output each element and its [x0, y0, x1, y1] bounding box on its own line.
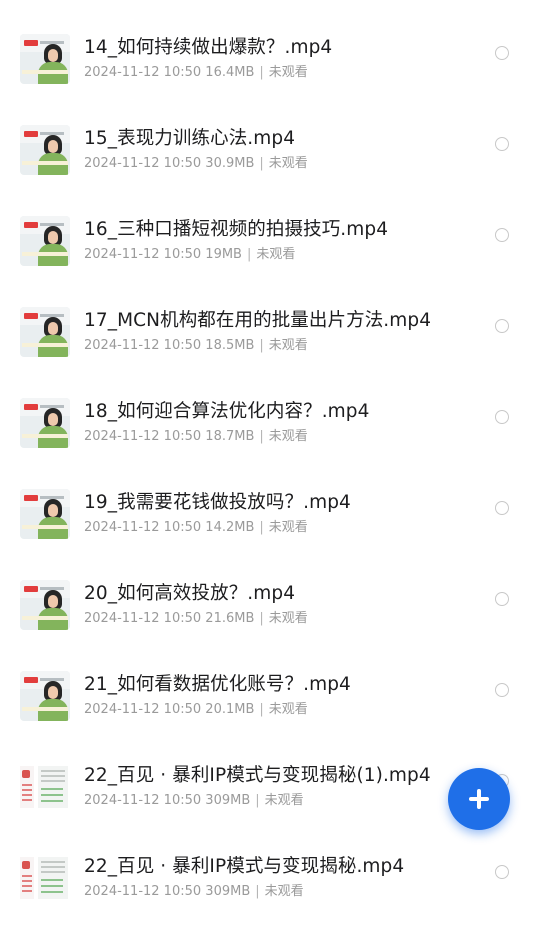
- select-radio[interactable]: [495, 410, 509, 424]
- list-item[interactable]: 21_如何看数据优化账号？.mp4 2024-11-12 10:50 20.1M…: [0, 667, 540, 758]
- file-date: 2024-11-12 10:50: [84, 65, 202, 80]
- video-thumbnail: [20, 125, 70, 175]
- file-meta: 2024-11-12 10:50 19MB | 未观看: [84, 247, 296, 262]
- video-thumbnail: [20, 34, 70, 84]
- file-meta: 2024-11-12 10:50 16.4MB | 未观看: [84, 65, 308, 80]
- file-meta: 2024-11-12 10:50 30.9MB | 未观看: [84, 156, 308, 171]
- file-name: 17_MCN机构都在用的批量出片方法.mp4: [84, 310, 432, 331]
- file-name: 22_百见 · 暴利IP模式与变现揭秘.mp4: [84, 856, 405, 877]
- list-item[interactable]: 14_如何持续做出爆款？.mp4 2024-11-12 10:50 16.4MB…: [0, 30, 540, 121]
- file-size: 309MB: [205, 793, 251, 808]
- watch-status: 未观看: [256, 247, 296, 262]
- select-radio[interactable]: [495, 228, 509, 242]
- watch-status: 未观看: [268, 702, 308, 717]
- file-name: 22_百见 · 暴利IP模式与变现揭秘(1).mp4: [84, 765, 431, 786]
- file-name: 20_如何高效投放？.mp4: [84, 583, 296, 604]
- file-name: 21_如何看数据优化账号？.mp4: [84, 674, 351, 695]
- list-item[interactable]: 17_MCN机构都在用的批量出片方法.mp4 2024-11-12 10:50 …: [0, 303, 540, 394]
- list-item[interactable]: 15_表现力训练心法.mp4 2024-11-12 10:50 30.9MB | 未…: [0, 121, 540, 212]
- add-button[interactable]: [448, 768, 510, 830]
- watch-status: 未观看: [268, 520, 308, 535]
- file-name: 19_我需要花钱做投放吗？.mp4: [84, 492, 351, 513]
- select-radio[interactable]: [495, 683, 509, 697]
- file-size: 21.6MB: [205, 611, 255, 626]
- video-thumbnail: [20, 671, 70, 721]
- file-date: 2024-11-12 10:50: [84, 338, 202, 353]
- list-item[interactable]: 19_我需要花钱做投放吗？.mp4 2024-11-12 10:50 14.2M…: [0, 485, 540, 576]
- watch-status: 未观看: [268, 65, 308, 80]
- watch-status: 未观看: [268, 429, 308, 444]
- video-thumbnail: [20, 307, 70, 357]
- file-date: 2024-11-12 10:50: [84, 793, 202, 808]
- file-name: 16_三种口播短视频的拍摄技巧.mp4: [84, 219, 389, 240]
- file-name: 15_表现力训练心法.mp4: [84, 128, 296, 149]
- list-item[interactable]: 16_三种口播短视频的拍摄技巧.mp4 2024-11-12 10:50 19M…: [0, 212, 540, 303]
- file-size: 18.5MB: [205, 338, 255, 353]
- document-thumbnail: [20, 853, 70, 903]
- select-radio[interactable]: [495, 137, 509, 151]
- select-radio[interactable]: [495, 865, 509, 879]
- video-thumbnail: [20, 580, 70, 630]
- file-size: 19MB: [205, 247, 242, 262]
- file-date: 2024-11-12 10:50: [84, 247, 202, 262]
- file-date: 2024-11-12 10:50: [84, 156, 202, 171]
- watch-status: 未观看: [268, 338, 308, 353]
- file-size: 30.9MB: [205, 156, 255, 171]
- select-radio[interactable]: [495, 319, 509, 333]
- file-meta: 2024-11-12 10:50 18.7MB | 未观看: [84, 429, 308, 444]
- file-size: 309MB: [205, 884, 251, 899]
- file-date: 2024-11-12 10:50: [84, 611, 202, 626]
- file-meta: 2024-11-12 10:50 309MB | 未观看: [84, 793, 304, 808]
- select-radio[interactable]: [495, 592, 509, 606]
- file-meta: 2024-11-12 10:50 21.6MB | 未观看: [84, 611, 308, 626]
- video-thumbnail: [20, 398, 70, 448]
- file-size: 18.7MB: [205, 429, 255, 444]
- file-size: 16.4MB: [205, 65, 255, 80]
- watch-status: 未观看: [264, 884, 304, 899]
- video-thumbnail: [20, 489, 70, 539]
- file-date: 2024-11-12 10:50: [84, 429, 202, 444]
- file-meta: 2024-11-12 10:50 309MB | 未观看: [84, 884, 304, 899]
- watch-status: 未观看: [264, 793, 304, 808]
- watch-status: 未观看: [268, 156, 308, 171]
- file-date: 2024-11-12 10:50: [84, 884, 202, 899]
- file-meta: 2024-11-12 10:50 20.1MB | 未观看: [84, 702, 308, 717]
- select-radio[interactable]: [495, 46, 509, 60]
- list-item[interactable]: 20_如何高效投放？.mp4 2024-11-12 10:50 21.6MB | 未…: [0, 576, 540, 667]
- list-item[interactable]: 18_如何迎合算法优化内容？.mp4 2024-11-12 10:50 18.7…: [0, 394, 540, 485]
- file-name: 14_如何持续做出爆款？.mp4: [84, 37, 333, 58]
- file-date: 2024-11-12 10:50: [84, 702, 202, 717]
- file-date: 2024-11-12 10:50: [84, 520, 202, 535]
- video-thumbnail: [20, 216, 70, 266]
- file-name: 18_如何迎合算法优化内容？.mp4: [84, 401, 370, 422]
- watch-status: 未观看: [268, 611, 308, 626]
- select-radio[interactable]: [495, 501, 509, 515]
- file-size: 20.1MB: [205, 702, 255, 717]
- list-item[interactable]: 22_百见 · 暴利IP模式与变现揭秘.mp4 2024-11-12 10:50…: [0, 849, 540, 940]
- file-size: 14.2MB: [205, 520, 255, 535]
- document-thumbnail: [20, 762, 70, 812]
- file-meta: 2024-11-12 10:50 18.5MB | 未观看: [84, 338, 308, 353]
- file-meta: 2024-11-12 10:50 14.2MB | 未观看: [84, 520, 308, 535]
